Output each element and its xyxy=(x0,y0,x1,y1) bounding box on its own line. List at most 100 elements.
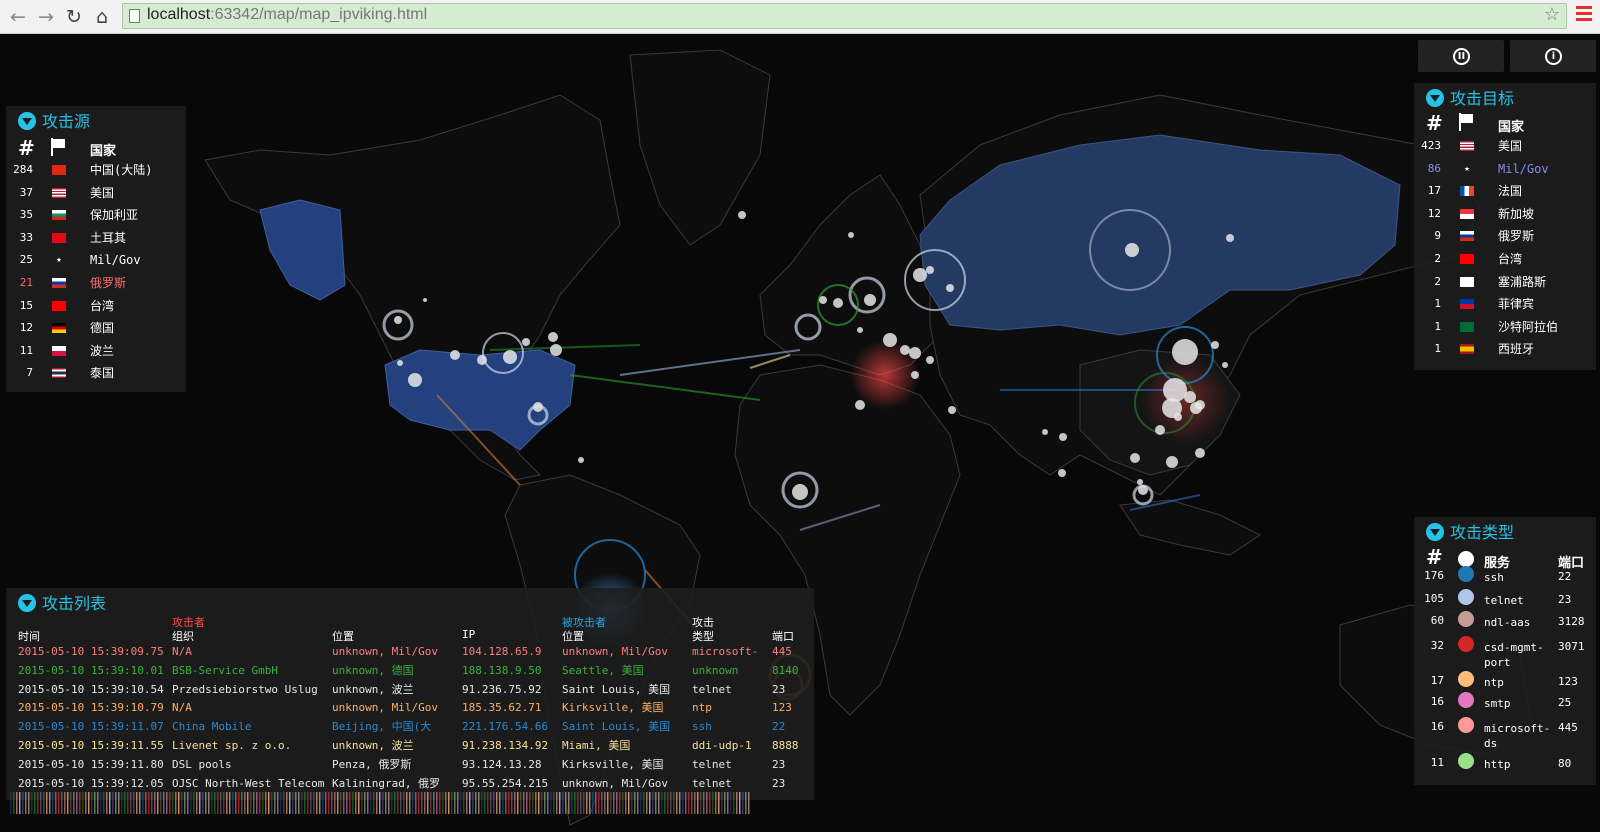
attack-ip: 221.176.54.66 xyxy=(462,720,549,734)
activity-ticker xyxy=(10,792,750,814)
row-count: 1 xyxy=(1434,342,1441,356)
es-flag-icon xyxy=(1460,344,1474,355)
ticker-bar xyxy=(370,792,372,814)
ticker-bar xyxy=(250,792,252,814)
pause-icon: II xyxy=(1453,48,1470,65)
ticker-bar xyxy=(712,792,714,814)
info-button[interactable]: i xyxy=(1510,40,1596,72)
row-count: 12 xyxy=(1427,206,1441,220)
attack-row[interactable]: 2015-05-10 15:39:11.55 Livenet sp. z o.o.… xyxy=(6,736,814,755)
type-count: 16 xyxy=(1430,695,1444,708)
ticker-bar xyxy=(232,792,234,814)
attack-ip: 91.236.75.92 xyxy=(462,682,542,696)
ticker-bar xyxy=(301,792,303,814)
ticker-bar xyxy=(673,792,675,814)
ticker-bar xyxy=(538,792,540,814)
row-count: 21 xyxy=(19,276,33,289)
attack-org: Przedsiebiorstwo Uslug xyxy=(172,682,318,696)
address-bar[interactable]: localhost:63342/map/map_ipviking.html ☆ xyxy=(122,3,1567,29)
attack-row[interactable]: 2015-05-10 15:39:10.54 Przedsiebiorstwo U… xyxy=(6,680,814,699)
alaska-region xyxy=(259,199,346,301)
collapse-icon[interactable] xyxy=(1426,89,1444,107)
types-title[interactable]: 攻击类型 xyxy=(1426,521,1514,545)
targets-title[interactable]: 攻击目标 xyxy=(1426,87,1514,111)
attack-row[interactable]: 2015-05-10 15:39:12.05 OJSC North-West Te… xyxy=(6,774,814,793)
attack-tloc: Miami, 美国 xyxy=(562,739,631,752)
attack-type: telnet xyxy=(692,776,732,790)
bookmark-star-icon[interactable]: ☆ xyxy=(1544,4,1560,25)
attack-row[interactable]: 2015-05-10 15:39:09.75 N/A unknown, Mil/Go… xyxy=(6,642,814,661)
ticker-bar xyxy=(277,792,279,814)
attack-loc: unknown, Mil/Gov xyxy=(332,645,438,658)
ticker-bar xyxy=(202,792,204,814)
ticker-bar xyxy=(571,792,573,814)
ticker-bar xyxy=(685,792,687,814)
ticker-bar xyxy=(289,792,291,814)
collapse-icon[interactable] xyxy=(18,594,36,612)
ticker-bar xyxy=(388,792,390,814)
attack-loc: Beijing, 中国(大 xyxy=(332,720,432,734)
ticker-bar xyxy=(478,792,480,814)
type-service: telnet xyxy=(1484,594,1524,607)
attack-port: 23 xyxy=(772,776,786,790)
ticker-bar xyxy=(310,792,312,814)
ticker-bar xyxy=(676,792,678,814)
ticker-bar xyxy=(214,792,216,814)
ticker-bar xyxy=(541,792,543,814)
ticker-bar xyxy=(493,792,495,814)
attack-type: ddi-udp-1 xyxy=(692,739,752,752)
ticker-bar xyxy=(259,792,261,814)
ticker-bar xyxy=(709,792,711,814)
attack-org: N/A xyxy=(172,701,192,715)
row-country: 台湾 xyxy=(90,298,115,313)
type-color-dot xyxy=(1458,566,1474,582)
targets-row: 1 菲律宾 xyxy=(1414,293,1594,315)
pause-button[interactable]: II xyxy=(1418,40,1504,72)
ticker-bar xyxy=(700,792,702,814)
forward-arrow-icon[interactable]: → xyxy=(34,5,58,29)
ticker-bar xyxy=(319,792,321,814)
ticker-bar xyxy=(400,792,402,814)
sg-flag-icon xyxy=(1460,208,1474,219)
ticker-bar xyxy=(181,792,183,814)
row-count: 25 xyxy=(19,253,33,267)
ticker-bar xyxy=(166,792,168,814)
sources-col-country: 国家 xyxy=(90,144,117,159)
attack-row[interactable]: 2015-05-10 15:39:11.07 China Mobile Beijin… xyxy=(6,717,814,736)
collapse-icon[interactable] xyxy=(1426,523,1444,541)
ru-flag-icon xyxy=(52,278,66,288)
type-count: 176 xyxy=(1424,569,1444,582)
ticker-bar xyxy=(748,792,750,814)
sources-row: 11 波兰 xyxy=(6,340,186,362)
ticker-bar xyxy=(655,792,657,814)
home-icon[interactable]: ⌂ xyxy=(90,5,114,29)
row-count: 7 xyxy=(26,366,33,380)
attack-row[interactable]: 2015-05-10 15:39:10.01 BSB-Service GmbH un… xyxy=(6,661,814,680)
ticker-bar xyxy=(274,792,276,814)
ticker-bar xyxy=(526,792,528,814)
ticker-bar xyxy=(691,792,693,814)
ticker-bar xyxy=(268,792,270,814)
ticker-bar xyxy=(574,792,576,814)
collapse-icon[interactable] xyxy=(18,112,36,130)
sources-title[interactable]: 攻击源 xyxy=(18,110,90,134)
ticker-bar xyxy=(442,792,444,814)
back-arrow-icon[interactable]: ← xyxy=(6,5,30,29)
th-flag-icon xyxy=(52,368,66,379)
ticker-bar xyxy=(13,792,15,814)
attack-org: BSB-Service GmbH xyxy=(172,663,278,677)
menu-icon[interactable] xyxy=(1576,6,1592,26)
ticker-bar xyxy=(517,792,519,814)
ticker-bar xyxy=(349,792,351,814)
type-port: 3071 xyxy=(1558,640,1585,653)
attack-row[interactable]: 2015-05-10 15:39:11.80 DSL pools Penza, 俄罗… xyxy=(6,755,814,774)
ticker-bar xyxy=(52,792,54,814)
attack-row[interactable]: 2015-05-10 15:39:10.79 N/A unknown, Mil/Go… xyxy=(6,698,814,717)
ticker-bar xyxy=(253,792,255,814)
url-text[interactable]: localhost:63342/map/map_ipviking.html xyxy=(147,6,427,24)
reload-icon[interactable]: ↻ xyxy=(62,5,86,29)
ticker-bar xyxy=(115,792,117,814)
ticker-bar xyxy=(37,792,39,814)
attack-list-title[interactable]: 攻击列表 xyxy=(18,592,106,616)
attack-org: Livenet sp. z o.o. xyxy=(172,739,292,752)
